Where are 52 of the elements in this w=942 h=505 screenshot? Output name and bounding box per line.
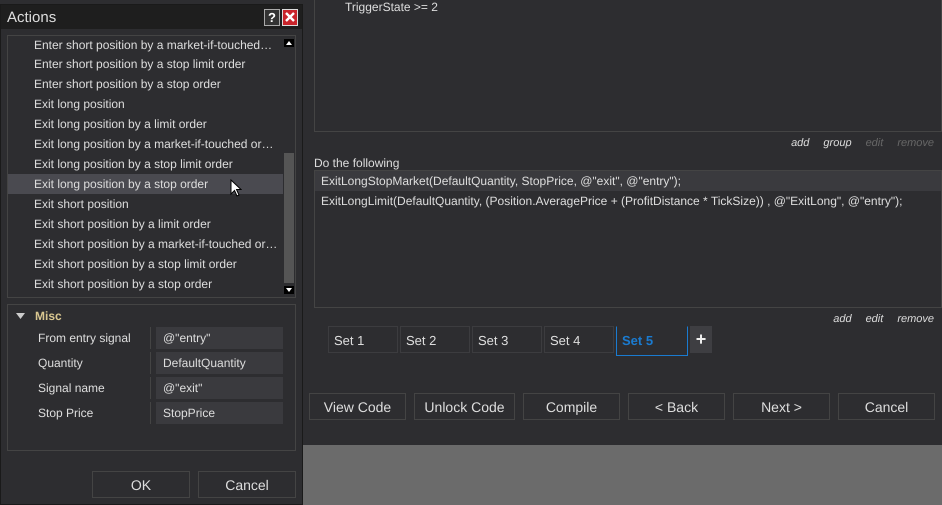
wizard-button[interactable]: Next > <box>733 393 830 420</box>
action-list-item[interactable]: Exit short position by a stop limit order <box>8 254 283 274</box>
property-name: Signal name <box>8 377 151 399</box>
property-value-field[interactable]: DefaultQuantity <box>156 352 283 374</box>
action-list-item[interactable]: Enter short position by a market-if-touched… <box>8 36 283 54</box>
property-name: Quantity <box>8 352 151 374</box>
scroll-down-icon[interactable] <box>284 286 294 294</box>
action-list-item[interactable]: Exit short position by a market-if-touched or… <box>8 234 283 254</box>
set-tab[interactable]: Set 3 <box>472 326 542 353</box>
property-value-field[interactable]: @"exit" <box>156 377 283 399</box>
condition-text: TriggerState >= 2 <box>345 0 439 14</box>
action-list-item[interactable]: Exit short position by a limit order <box>8 214 283 234</box>
property-value-field[interactable]: StopPrice <box>156 402 283 424</box>
set-tab[interactable]: Set 4 <box>544 326 614 353</box>
action-list-item[interactable]: Exit long position by a stop order <box>8 174 283 194</box>
action-link[interactable]: add <box>833 313 852 329</box>
add-tab-button[interactable]: + <box>690 326 712 353</box>
dialog-button[interactable]: OK <box>92 471 190 498</box>
action-link[interactable]: remove <box>897 313 934 329</box>
condition-link[interactable]: add <box>791 137 810 153</box>
scroll-up-icon[interactable] <box>284 39 294 47</box>
mouse-pointer-icon <box>230 179 242 197</box>
wizard-button[interactable]: Unlock Code <box>414 393 515 420</box>
property-name: From entry signal <box>8 327 151 349</box>
action-list-item[interactable]: Exit short position by a stop order <box>8 274 283 294</box>
action-list-item[interactable]: Exit long position <box>8 94 283 114</box>
dialog-button[interactable]: Cancel <box>198 471 296 498</box>
wizard-button[interactable]: < Back <box>628 393 725 420</box>
actions-heading: Do the following <box>314 156 400 170</box>
action-list-item[interactable]: Exit long position by a limit order <box>8 114 283 134</box>
action-line[interactable]: ExitLongLimit(DefaultQuantity, (Position.AveragePrice + (ProfitDistance * TickSize)) , @"ExitLong", @"entry"); <box>315 191 941 211</box>
action-link[interactable]: edit <box>866 313 884 329</box>
set-tab[interactable]: Set 1 <box>328 326 398 353</box>
condition-link[interactable]: group <box>823 137 852 153</box>
property-value-field[interactable]: @"entry" <box>156 327 283 349</box>
scrollbar[interactable] <box>283 36 295 297</box>
wizard-button[interactable]: Compile <box>523 393 620 420</box>
action-list-item[interactable]: Enter short position by a stop order <box>8 74 283 94</box>
dialog-title: Actions <box>7 8 58 26</box>
expand-caret-icon[interactable] <box>16 313 25 319</box>
wizard-button[interactable]: View Code <box>309 393 406 420</box>
close-button[interactable] <box>282 8 298 26</box>
scroll-thumb[interactable] <box>284 153 294 283</box>
action-list-item[interactable]: Exit long position by a stop limit order <box>8 154 283 174</box>
set-tab[interactable]: Set 2 <box>400 326 470 353</box>
action-list-item[interactable]: Exit long position by a market-if-touched or… <box>8 134 283 154</box>
action-list-item[interactable]: Exit short position <box>8 194 283 214</box>
section-title: Misc <box>35 309 62 323</box>
help-button[interactable]: ? <box>264 8 280 26</box>
property-name: Stop Price <box>8 402 151 424</box>
wizard-button[interactable]: Cancel <box>838 393 935 420</box>
action-list-item[interactable]: Enter short position by a stop limit order <box>8 54 283 74</box>
